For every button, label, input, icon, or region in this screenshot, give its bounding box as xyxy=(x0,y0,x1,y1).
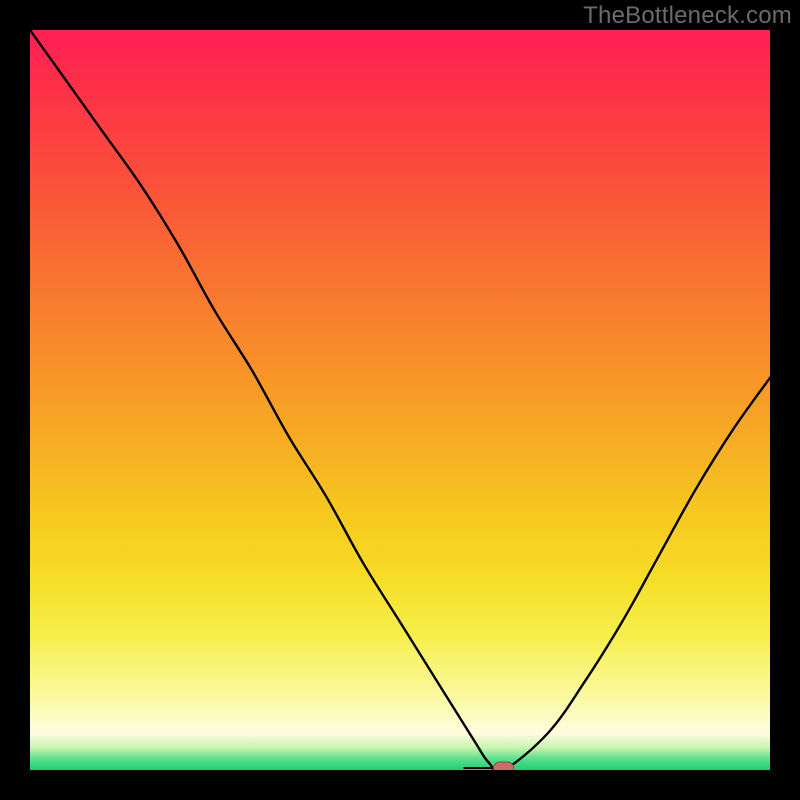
curve-svg xyxy=(30,30,770,770)
bottleneck-curve xyxy=(30,30,770,770)
plot-area xyxy=(30,30,770,770)
watermark-text: TheBottleneck.com xyxy=(583,2,792,30)
minimum-marker xyxy=(494,762,514,770)
chart-frame: TheBottleneck.com xyxy=(0,0,800,800)
